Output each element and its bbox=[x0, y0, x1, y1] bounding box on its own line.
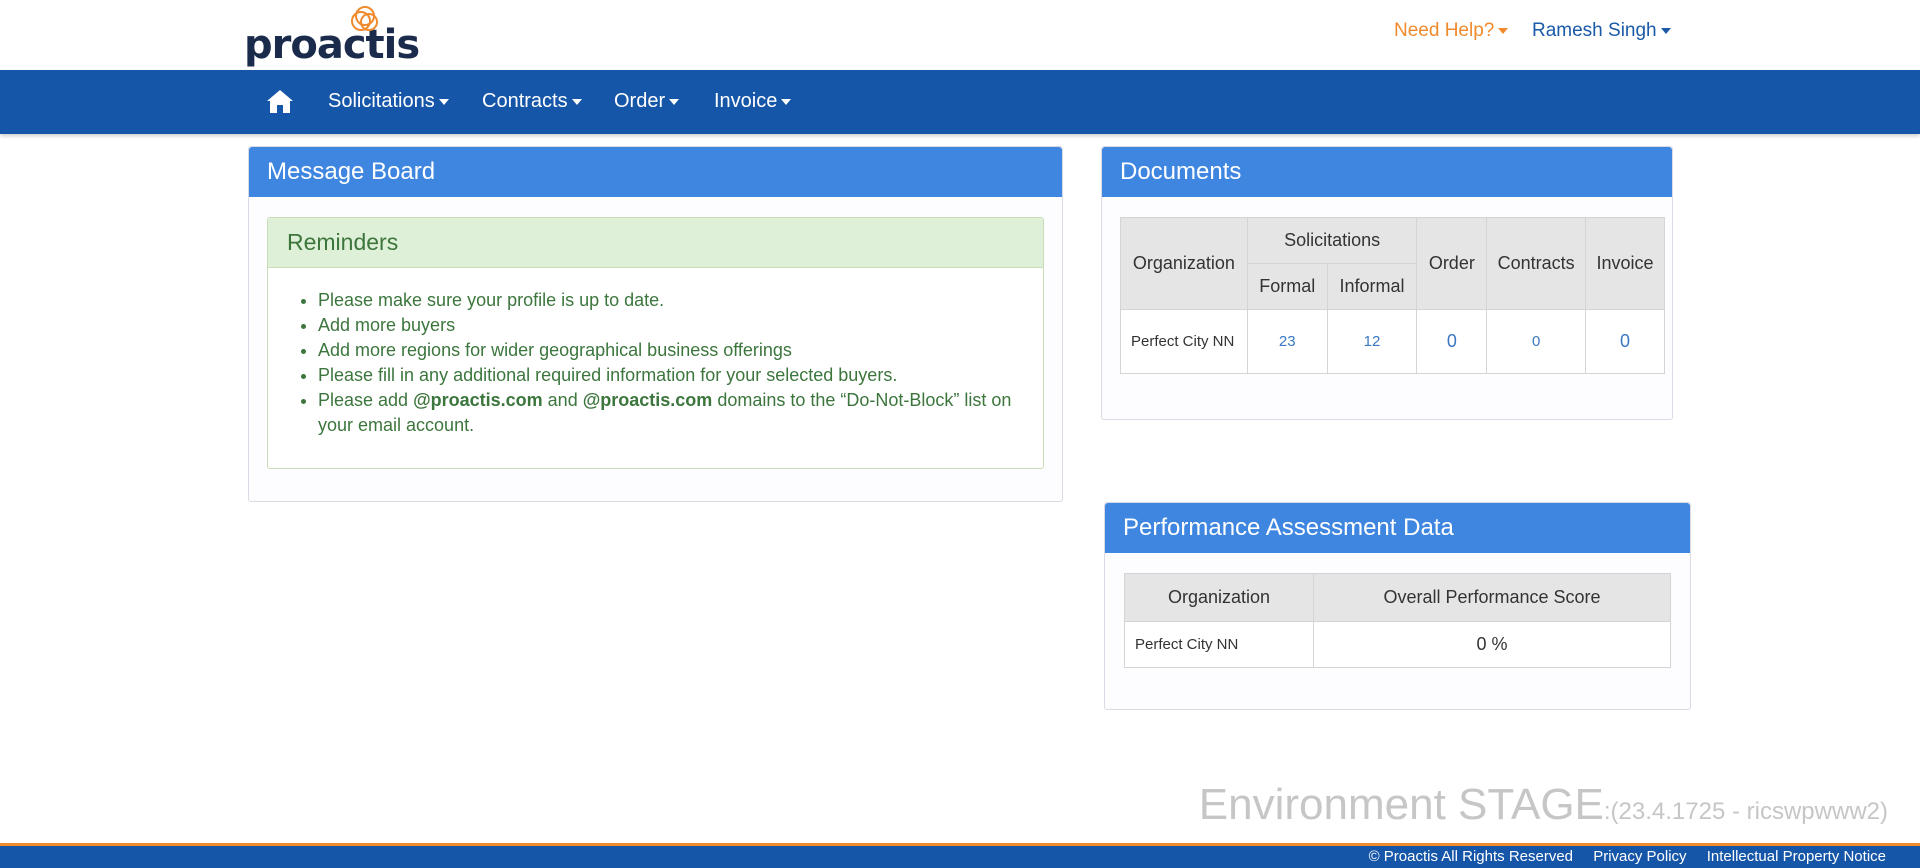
row-score: 0 % bbox=[1313, 621, 1671, 668]
caret-down-icon bbox=[571, 98, 582, 105]
col-solicitations: Solicitations bbox=[1246, 217, 1418, 264]
logo-text: proactis bbox=[244, 22, 420, 68]
documents-title: Documents bbox=[1102, 147, 1672, 197]
nav-order[interactable]: Order bbox=[614, 90, 680, 113]
message-board-panel: Message Board Reminders Please make sure… bbox=[248, 146, 1063, 502]
documents-table: Organization Solicitations Order Contrac… bbox=[1120, 217, 1665, 374]
nav-contracts[interactable]: Contracts bbox=[482, 90, 582, 113]
home-icon[interactable] bbox=[266, 88, 294, 114]
order-count-link[interactable]: 0 bbox=[1447, 331, 1457, 351]
logo-mark-icon bbox=[351, 6, 378, 31]
table-row: Perfect City NN 23 12 0 0 0 bbox=[1120, 309, 1665, 374]
reminder-item: Please fill in any additional required i… bbox=[318, 363, 1028, 388]
nav-order-label: Order bbox=[614, 90, 666, 112]
footer: © Proactis All Rights Reserved Privacy P… bbox=[0, 843, 1920, 868]
contracts-count-link[interactable]: 0 bbox=[1532, 333, 1540, 350]
nav-invoice[interactable]: Invoice bbox=[714, 90, 792, 113]
col-contracts: Contracts bbox=[1486, 217, 1587, 310]
domain-2: @proactis.com bbox=[582, 390, 713, 410]
caret-down-icon bbox=[669, 98, 680, 105]
reminder-middle: and bbox=[542, 390, 583, 410]
reminder-item: Please make sure your profile is up to d… bbox=[318, 288, 1028, 313]
nav-invoice-label: Invoice bbox=[714, 90, 778, 112]
col-performance-score: Overall Performance Score bbox=[1313, 573, 1671, 622]
reminders-list: Please make sure your profile is up to d… bbox=[318, 288, 1028, 438]
formal-count-link[interactable]: 23 bbox=[1279, 333, 1296, 350]
reminders-title: Reminders bbox=[268, 218, 1043, 268]
nav-solicitations-label: Solicitations bbox=[328, 90, 435, 112]
reminder-item: Add more buyers bbox=[318, 313, 1028, 338]
environment-label: Environment STAGE bbox=[1198, 780, 1604, 829]
environment-banner: Environment STAGE:(23.4.1725 - ricswpwww… bbox=[1199, 780, 1888, 830]
row-organization: Perfect City NN bbox=[1120, 309, 1248, 374]
documents-panel: Documents Organization Solicitations Ord… bbox=[1101, 146, 1673, 420]
caret-down-icon bbox=[1498, 27, 1509, 34]
environment-version: :(23.4.1725 - ricswpwww2) bbox=[1603, 798, 1888, 825]
table-row: Perfect City NN 0 % bbox=[1124, 621, 1671, 668]
main-navbar: Solicitations Contracts Order Invoice bbox=[0, 70, 1920, 134]
need-help-label: Need Help? bbox=[1394, 20, 1495, 41]
need-help-menu[interactable]: Need Help? bbox=[1394, 20, 1509, 42]
reminders-box: Reminders Please make sure your profile … bbox=[267, 217, 1044, 469]
user-name: Ramesh Singh bbox=[1532, 20, 1657, 41]
col-order: Order bbox=[1416, 217, 1488, 310]
message-board-title: Message Board bbox=[249, 147, 1062, 197]
privacy-policy-link[interactable]: Privacy Policy bbox=[1593, 848, 1686, 865]
col-organization: Organization bbox=[1120, 217, 1248, 310]
col-invoice: Invoice bbox=[1585, 217, 1665, 310]
top-header: proactis Need Help? Ramesh Singh bbox=[0, 0, 1920, 70]
col-organization: Organization bbox=[1124, 573, 1314, 622]
domain-1: @proactis.com bbox=[413, 390, 543, 410]
performance-table: Organization Overall Performance Score P… bbox=[1124, 573, 1671, 668]
caret-down-icon bbox=[438, 98, 449, 105]
ip-notice-link[interactable]: Intellectual Property Notice bbox=[1707, 848, 1886, 865]
proactis-logo[interactable]: proactis bbox=[244, 4, 420, 68]
col-formal: Formal bbox=[1246, 263, 1328, 310]
caret-down-icon bbox=[1660, 27, 1671, 34]
reminder-item: Add more regions for wider geographical … bbox=[318, 338, 1028, 363]
informal-count-link[interactable]: 12 bbox=[1364, 333, 1381, 350]
performance-title: Performance Assessment Data bbox=[1105, 503, 1690, 553]
col-informal: Informal bbox=[1326, 263, 1418, 310]
invoice-count-link[interactable]: 0 bbox=[1620, 331, 1630, 351]
reminder-item-domains: Please add @proactis.com and @proactis.c… bbox=[318, 388, 1028, 438]
footer-links: © Proactis All Rights Reserved Privacy P… bbox=[1353, 848, 1886, 865]
nav-contracts-label: Contracts bbox=[482, 90, 568, 112]
row-organization: Perfect City NN bbox=[1124, 621, 1314, 668]
reminder-prefix: Please add bbox=[318, 390, 414, 410]
user-menu[interactable]: Ramesh Singh bbox=[1532, 20, 1671, 42]
footer-copyright: © Proactis All Rights Reserved bbox=[1368, 848, 1574, 865]
caret-down-icon bbox=[781, 98, 792, 105]
nav-solicitations[interactable]: Solicitations bbox=[328, 90, 449, 113]
performance-panel: Performance Assessment Data Organization… bbox=[1104, 502, 1691, 710]
